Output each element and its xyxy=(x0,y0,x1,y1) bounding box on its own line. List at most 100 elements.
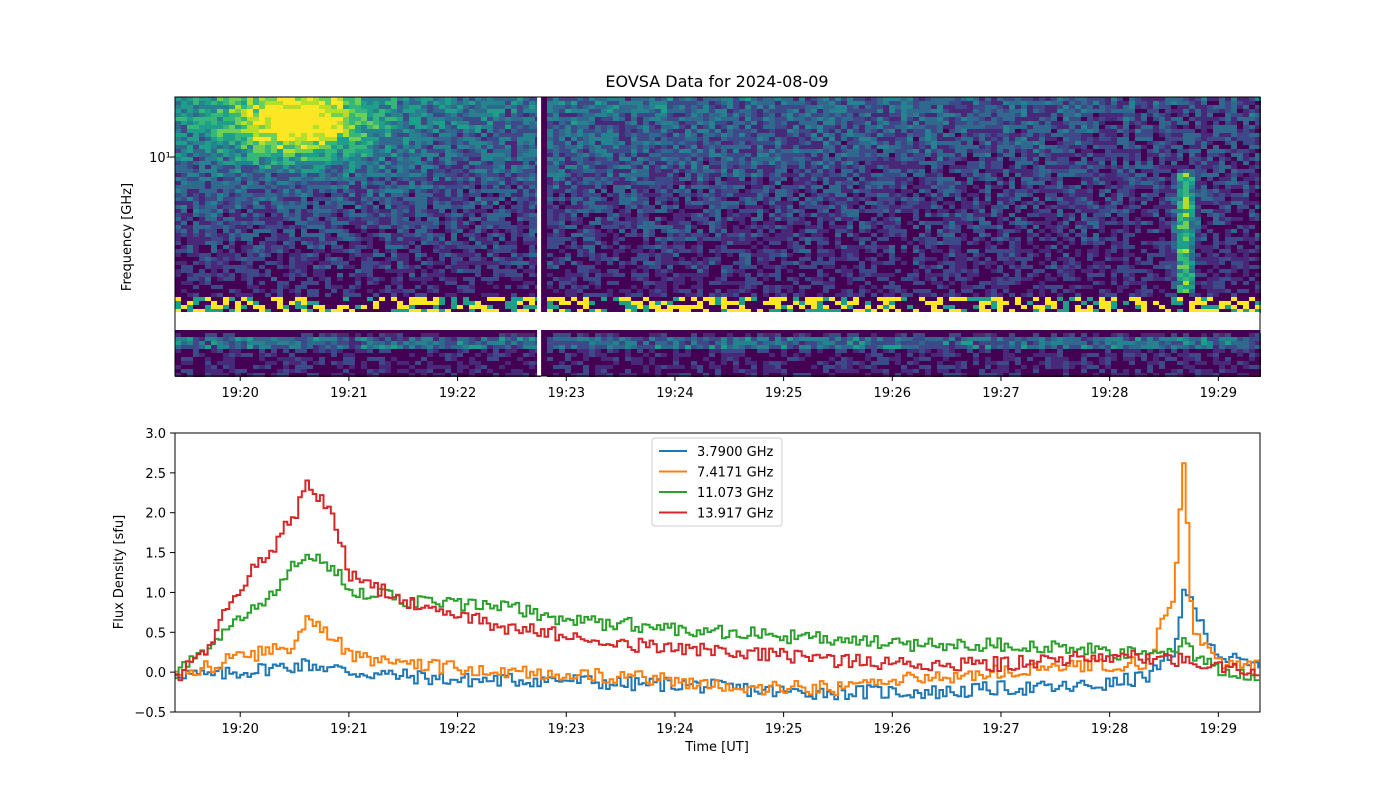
spectrogram-cell xyxy=(229,145,235,149)
spectrogram-cell xyxy=(217,121,223,125)
spectrogram-cell xyxy=(487,121,493,125)
spectrogram-cell xyxy=(469,109,475,113)
spectrogram-cell xyxy=(1015,109,1021,113)
spectrogram-cell xyxy=(817,169,823,173)
spectrogram-cell xyxy=(685,197,691,201)
spectrogram-cell xyxy=(889,137,895,141)
spectrogram-cell xyxy=(211,157,217,161)
spectrogram-cell xyxy=(799,205,805,209)
spectrogram-cell xyxy=(979,197,985,201)
spectrogram-cell xyxy=(1123,97,1129,101)
spectrogram-cell xyxy=(1189,149,1195,153)
spectrogram-cell xyxy=(217,117,223,121)
spectrogram-cell xyxy=(793,105,799,109)
spectrogram-cell xyxy=(373,201,379,205)
spectrogram-cell xyxy=(421,173,427,177)
spectrogram-cell xyxy=(451,105,457,109)
spectrogram-cell xyxy=(1231,113,1237,117)
spectrogram-cell xyxy=(637,157,643,161)
spectrogram-cell xyxy=(805,169,811,173)
spectrogram-cell xyxy=(811,105,817,109)
spectrogram-cell xyxy=(715,173,721,177)
spectrogram-cell xyxy=(451,121,457,125)
spectrogram-cell xyxy=(895,177,901,181)
spectrogram-cell xyxy=(229,133,235,137)
spectrogram-cell xyxy=(253,121,259,125)
spectrogram-cell xyxy=(265,97,271,101)
spectrogram-cell xyxy=(769,197,775,201)
spectrogram-cell xyxy=(1015,161,1021,165)
spectrogram-cell xyxy=(655,165,661,169)
spectrogram-cell xyxy=(379,145,385,149)
spectrogram-cell xyxy=(1051,129,1057,133)
spectrogram-cell xyxy=(829,133,835,137)
spectrogram-cell xyxy=(1243,97,1249,101)
spectrogram-cell xyxy=(295,117,301,121)
spectrogram-cell xyxy=(757,129,763,133)
spectrogram-cell xyxy=(1021,161,1027,165)
spectrogram-cell xyxy=(1237,193,1243,197)
spectrogram-cell xyxy=(511,117,517,121)
spectrogram-cell xyxy=(961,193,967,197)
spectrogram-cell xyxy=(817,197,823,201)
spectrogram-cell xyxy=(835,177,841,181)
spectrogram-cell xyxy=(805,109,811,113)
spectrogram-cell xyxy=(871,193,877,197)
spectrogram-cell xyxy=(1129,141,1135,145)
spectrogram-cell xyxy=(619,197,625,201)
spectrogram-cell xyxy=(733,189,739,193)
spectrogram-cell xyxy=(379,141,385,145)
spectrogram-cell xyxy=(523,157,529,161)
spectrogram-cell xyxy=(367,173,373,177)
spectrogram-cell xyxy=(817,105,823,109)
spectrogram-cell xyxy=(511,129,517,133)
spectrogram-cell xyxy=(1207,173,1213,177)
spectrogram-cell xyxy=(643,133,649,137)
spectrogram-cell xyxy=(1141,117,1147,121)
spectrogram-cell xyxy=(235,109,241,113)
spectrogram-cell xyxy=(469,169,475,173)
spectrogram-cell xyxy=(931,161,937,165)
spectrogram-cell xyxy=(883,149,889,153)
spectrogram-cell xyxy=(427,125,433,129)
spectrogram-cell xyxy=(955,141,961,145)
spectrogram-cell xyxy=(805,201,811,205)
spectrogram-cell xyxy=(955,193,961,197)
spectrogram-cell xyxy=(1237,173,1243,177)
spectrogram-cell xyxy=(1111,129,1117,133)
spectrogram-cell xyxy=(619,181,625,185)
spectrogram-cell xyxy=(1219,101,1225,105)
spectrogram-cell xyxy=(1243,173,1249,177)
spectrogram-cell xyxy=(1117,181,1123,185)
spectrogram-cell xyxy=(463,173,469,177)
spectrogram-cell xyxy=(1183,109,1189,113)
spectrogram-cell xyxy=(1249,97,1255,101)
spectrogram-cell xyxy=(811,149,817,153)
spectrogram-cell xyxy=(685,181,691,185)
spectrogram-cell xyxy=(703,133,709,137)
spectrogram-cell xyxy=(829,181,835,185)
spectrogram-cell xyxy=(1201,97,1207,101)
spectrogram-cell xyxy=(247,157,253,161)
spectrogram-cell xyxy=(1063,121,1069,125)
spectrogram-cell xyxy=(811,117,817,121)
spectrogram-cell xyxy=(727,205,733,209)
spectrogram-cell xyxy=(601,125,607,129)
spectrogram-cell xyxy=(883,197,889,201)
spectrogram-cell xyxy=(1153,153,1159,157)
spectrogram-cell xyxy=(607,121,613,125)
spectrogram-cell xyxy=(367,193,373,197)
spectrogram-cell xyxy=(1015,105,1021,109)
spectrogram-cell xyxy=(775,181,781,185)
spectrogram-cell xyxy=(409,117,415,121)
spectrogram-cell xyxy=(1183,185,1189,189)
spectrogram-cell xyxy=(547,173,553,177)
spectrogram-cell xyxy=(403,129,409,133)
spectrogram-cell xyxy=(889,97,895,101)
spectrogram-cell xyxy=(739,189,745,193)
spectrogram-cell xyxy=(1009,201,1015,205)
spectrogram-cell xyxy=(577,137,583,141)
spectrogram-cell xyxy=(1087,113,1093,117)
spectrogram-cell xyxy=(949,117,955,121)
spectrogram-cell xyxy=(1183,169,1189,173)
